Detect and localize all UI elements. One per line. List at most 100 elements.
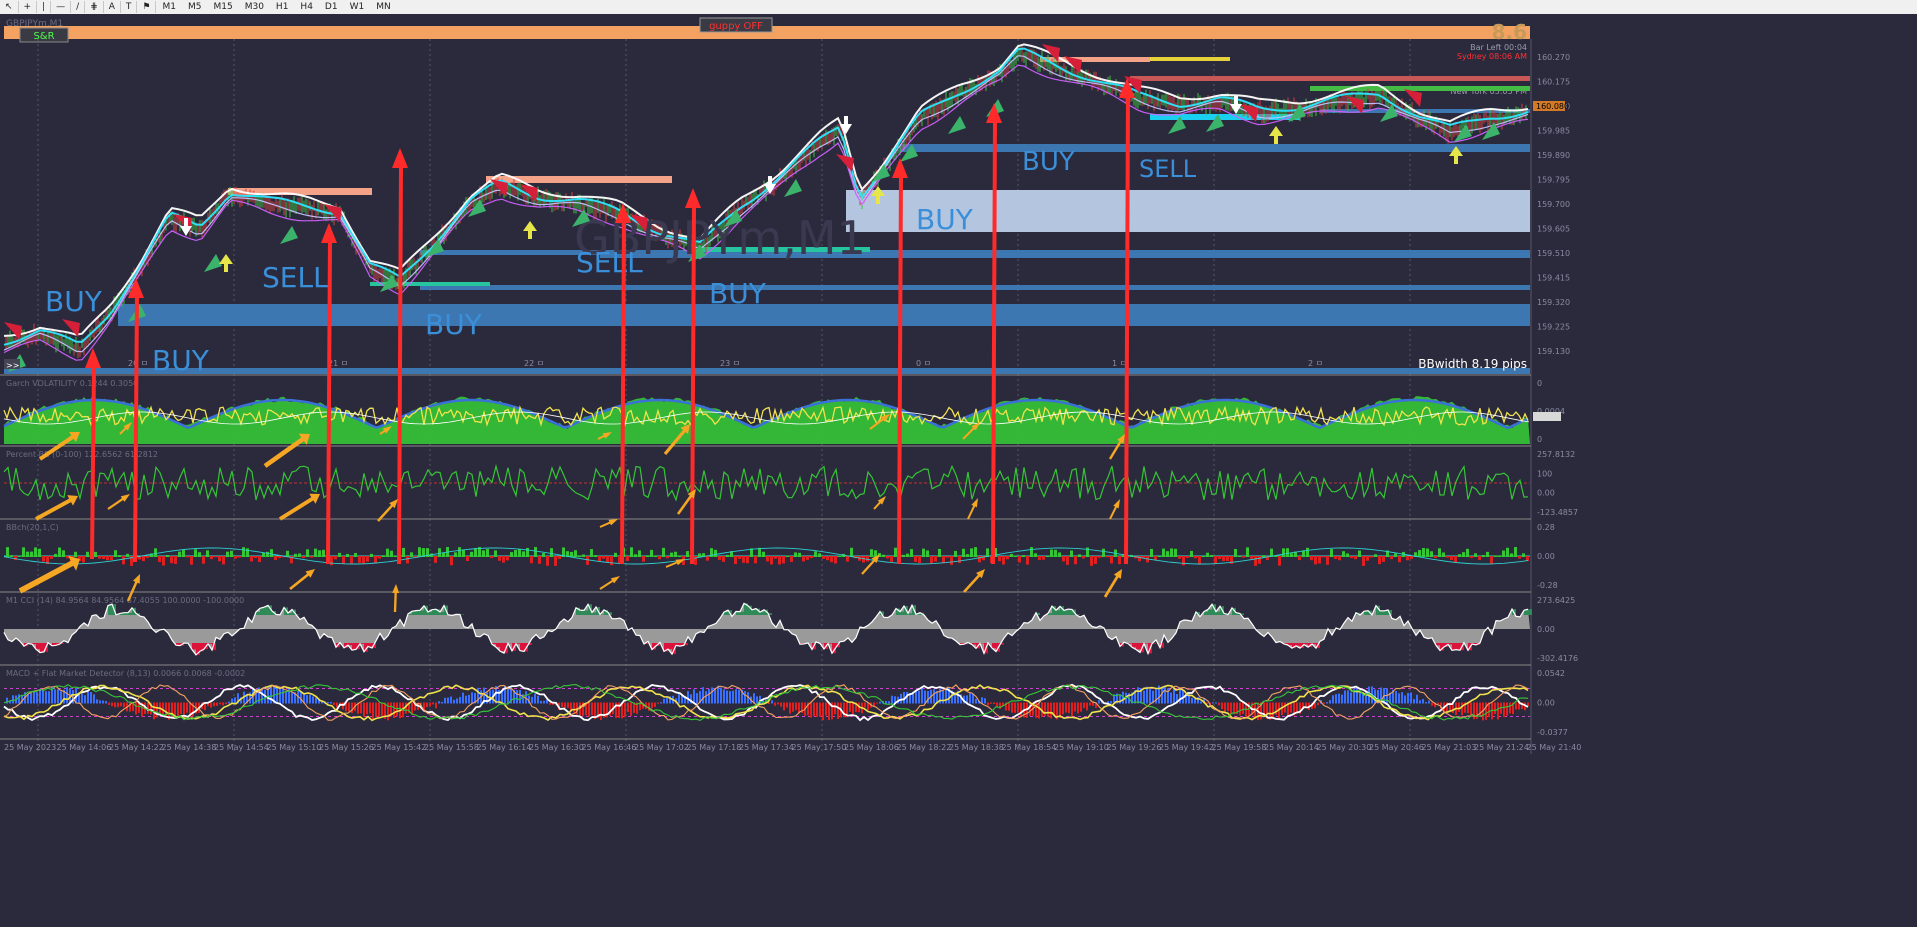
tool-4-icon[interactable]: / (71, 1, 86, 13)
bbch-bar (402, 547, 405, 557)
macd-bar (1422, 699, 1424, 704)
bbch-bar (470, 551, 473, 557)
macd-bar (1230, 702, 1232, 715)
red-vertical-arrow-1 (133, 293, 139, 563)
bbch-bar (482, 550, 485, 557)
macd-bar (378, 702, 380, 717)
cci-green (428, 611, 432, 615)
macd-bar (735, 689, 737, 704)
bbch-bar (930, 556, 933, 564)
tool-0-icon[interactable]: ↖ (0, 1, 19, 13)
bbch-bar (458, 547, 461, 557)
timeframe-m5[interactable]: M5 (182, 1, 208, 13)
bbch-bar (54, 553, 57, 557)
bbch-bar (418, 547, 421, 557)
macd-bar (507, 686, 509, 704)
drawing-tools: ↖ + | — / ⋕ A T ⚑ (0, 1, 157, 13)
bbch-bar (1054, 549, 1057, 557)
macd-bar (1473, 702, 1475, 720)
sr-button[interactable]: S&R (19, 27, 69, 43)
macd-bar (327, 702, 329, 704)
macd-bar (1110, 701, 1112, 704)
bbch-bar (938, 548, 941, 557)
bbch-bar (1486, 551, 1489, 557)
tool-8-icon[interactable]: ⚑ (137, 1, 157, 13)
macd-bar (1017, 702, 1019, 713)
macd-bar (309, 694, 311, 704)
date-label: 0 ㅁ (916, 359, 931, 368)
panel-title: MACD + Flat Market Detector (8,13) 0.006… (6, 669, 245, 678)
bbch-bar (1046, 555, 1049, 557)
bbch-bar (1038, 556, 1041, 561)
bbch-bar (1074, 556, 1077, 565)
bbch-bar (830, 556, 833, 563)
red-vertical-arrow-8 (1124, 93, 1130, 565)
macd-bar (366, 702, 368, 715)
macd-bar (432, 702, 434, 705)
macd-bar (1359, 692, 1361, 704)
macd-bar (444, 697, 446, 704)
macd-bar (849, 702, 851, 712)
bbch-bar (1078, 554, 1081, 557)
macd-bar (1242, 702, 1244, 714)
bbch-bar (258, 556, 261, 563)
bbch-bar (382, 555, 385, 557)
timeframe-mn[interactable]: MN (370, 1, 397, 13)
yellow-up-arrow (219, 254, 233, 272)
macd-bar (1326, 702, 1328, 704)
bbch-bar (598, 556, 601, 562)
tool-7-icon[interactable]: T (121, 1, 138, 13)
tool-1-icon[interactable]: + (19, 1, 38, 13)
bbch-bar (810, 556, 813, 559)
macd-bar (819, 702, 821, 717)
signal-arrow-up (1454, 124, 1472, 142)
bbch-bar (322, 549, 325, 557)
time-label: 25 May 17:34 (739, 743, 794, 752)
macd-bar (519, 689, 521, 704)
guppy-button[interactable]: guppy OFF (699, 17, 773, 33)
tool-5-icon[interactable]: ⋕ (85, 1, 104, 13)
macd-bar (456, 698, 458, 704)
timeframe-m30[interactable]: M30 (239, 1, 270, 13)
timeframe-m1[interactable]: M1 (156, 1, 182, 13)
timeframe-m15[interactable]: M15 (207, 1, 238, 13)
bbch-bar (1094, 556, 1097, 564)
cci-red (668, 643, 672, 650)
tool-3-icon[interactable]: — (51, 1, 72, 13)
bbch-bar (490, 556, 493, 559)
macd-bar (1014, 702, 1016, 713)
macd-bar (732, 690, 734, 704)
bbch-bar (870, 549, 873, 557)
navigate-button[interactable]: >> (4, 359, 20, 370)
bbch-bar (1210, 555, 1213, 557)
chart-canvas[interactable]: GBPJPYm,M1S&Rguppy OFF 8.6Bar Left 00:04S… (0, 14, 1917, 927)
tool-2-icon[interactable]: | (37, 1, 52, 13)
cci-green (592, 612, 596, 615)
macd-bar (981, 697, 983, 704)
cci-green (584, 610, 588, 615)
bbch-bar (958, 556, 961, 564)
cci-green (416, 610, 420, 615)
macd-bar (369, 702, 371, 714)
tool-6-icon[interactable]: A (104, 1, 121, 13)
timeframe-d1[interactable]: D1 (319, 1, 344, 13)
bbch-bar (1190, 550, 1193, 557)
timeframe-w1[interactable]: W1 (344, 1, 371, 13)
sr-zone-2 (420, 285, 1530, 290)
panel-title: BBch(20,1,C) (6, 523, 59, 532)
price-label: 160.270 (1537, 53, 1570, 62)
annotation-buy-1: BUY (152, 344, 210, 377)
macd-bar (588, 702, 590, 717)
timeframe-h4[interactable]: H4 (294, 1, 319, 13)
bbch-bar (190, 556, 193, 565)
timeframe-h1[interactable]: H1 (270, 1, 295, 13)
bbch-bar (922, 548, 925, 557)
macd-bar (1428, 700, 1430, 704)
price-label: 160.175 (1537, 78, 1570, 87)
macd-bar (1224, 702, 1226, 712)
bbch-bar (162, 556, 165, 566)
cci-red (1136, 643, 1140, 650)
macd-bar (135, 702, 137, 715)
bbch-bar (1346, 553, 1349, 557)
bbch-bar (934, 556, 937, 562)
